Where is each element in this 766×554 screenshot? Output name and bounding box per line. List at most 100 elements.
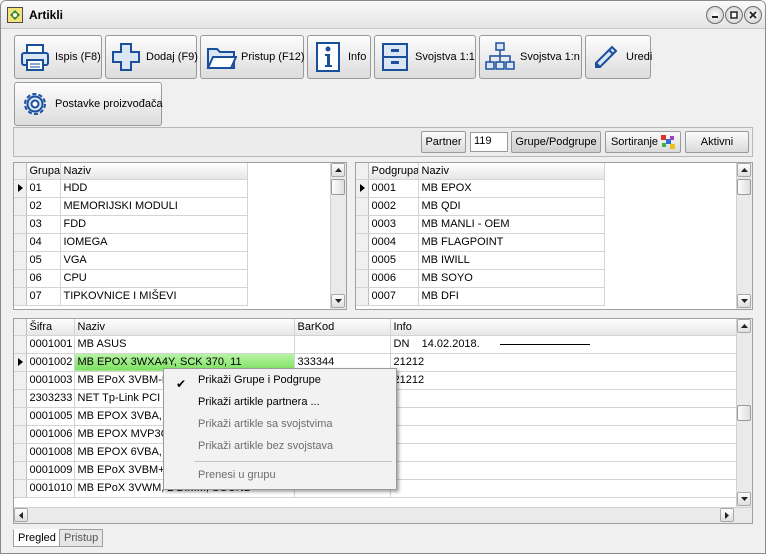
- group-code[interactable]: 03: [26, 215, 61, 234]
- subgroup-code[interactable]: 0002: [368, 197, 419, 216]
- group-code[interactable]: 01: [26, 179, 61, 198]
- table-row[interactable]: 0007 MB DFI: [356, 287, 605, 306]
- groups-header-naziv[interactable]: Naziv: [60, 163, 248, 180]
- group-name[interactable]: CPU: [60, 269, 248, 288]
- table-row[interactable]: 05 VGA: [14, 251, 248, 270]
- article-info[interactable]: 21212: [390, 371, 737, 390]
- table-row[interactable]: 0006 MB SOYO: [356, 269, 605, 288]
- groups-vertical-scrollbar[interactable]: [330, 163, 346, 309]
- subgroup-code[interactable]: 0001: [368, 179, 419, 198]
- article-code[interactable]: 0001010: [26, 479, 75, 498]
- groups-header-grupa[interactable]: Grupa: [26, 163, 61, 180]
- article-barcode[interactable]: [294, 335, 391, 354]
- scroll-up-arrow-icon[interactable]: [737, 163, 751, 177]
- group-name[interactable]: FDD: [60, 215, 248, 234]
- subgroup-code[interactable]: 0006: [368, 269, 419, 288]
- add-button[interactable]: Dodaj (F9): [105, 35, 198, 79]
- edit-button[interactable]: Uredi: [585, 35, 652, 79]
- scroll-up-arrow-icon[interactable]: [737, 319, 751, 333]
- group-code[interactable]: 06: [26, 269, 61, 288]
- table-row[interactable]: 02 MEMORIJSKI MODULI: [14, 197, 248, 216]
- article-info[interactable]: [390, 443, 737, 462]
- article-info[interactable]: [390, 407, 737, 426]
- article-info[interactable]: [390, 461, 737, 480]
- subgroups-header-naziv[interactable]: Naziv: [418, 163, 605, 180]
- group-name[interactable]: VGA: [60, 251, 248, 270]
- group-code[interactable]: 05: [26, 251, 61, 270]
- subgroup-name[interactable]: MB SOYO: [418, 269, 605, 288]
- subgroup-name[interactable]: MB IWILL: [418, 251, 605, 270]
- table-row[interactable]: 06 CPU: [14, 269, 248, 288]
- article-code[interactable]: 0001009: [26, 461, 75, 480]
- article-code[interactable]: 0001002: [26, 353, 75, 372]
- menu-item-show-groups[interactable]: ✔ Prikaži Grupe i Podgrupe: [166, 370, 394, 391]
- table-row[interactable]: 03 FDD: [14, 215, 248, 234]
- scroll-left-arrow-icon[interactable]: [14, 508, 28, 522]
- articles-header-barkod[interactable]: BarKod: [294, 319, 391, 336]
- menu-item-without-properties[interactable]: Prikaži artikle bez svojstava: [166, 436, 394, 456]
- table-row[interactable]: 07 TIPKOVNICE I MIŠEVI: [14, 287, 248, 306]
- menu-item-with-properties[interactable]: Prikaži artikle sa svojstvima: [166, 414, 394, 434]
- partner-button[interactable]: Partner: [421, 131, 466, 153]
- article-info[interactable]: 21212: [390, 353, 737, 372]
- scroll-thumb[interactable]: [737, 405, 751, 421]
- subgroup-name[interactable]: MB EPOX: [418, 179, 605, 198]
- subgroups-header-podgrupa[interactable]: Podgrupa: [368, 163, 419, 180]
- menu-item-move-to-group[interactable]: Prenesi u grupu: [166, 465, 394, 485]
- article-info[interactable]: DN 14.02.2018.: [390, 335, 737, 354]
- group-name[interactable]: HDD: [60, 179, 248, 198]
- table-row[interactable]: 0001001 MB ASUS DN 14.02.2018.: [14, 335, 737, 354]
- manufacturer-settings-button[interactable]: Postavke proizvođača: [14, 82, 163, 126]
- articles-vertical-scrollbar[interactable]: [736, 319, 752, 507]
- article-code[interactable]: 0001003: [26, 371, 75, 390]
- articles-header-info[interactable]: Info: [390, 319, 737, 336]
- table-row[interactable]: 0005 MB IWILL: [356, 251, 605, 270]
- scroll-down-arrow-icon[interactable]: [331, 294, 345, 308]
- scroll-thumb[interactable]: [331, 179, 345, 195]
- scroll-up-arrow-icon[interactable]: [331, 163, 345, 177]
- table-row[interactable]: 0003 MB MANLI - OEM: [356, 215, 605, 234]
- print-button[interactable]: Ispis (F8): [14, 35, 102, 79]
- subgroup-name[interactable]: MB FLAGPOINT: [418, 233, 605, 252]
- subgroup-code[interactable]: 0005: [368, 251, 419, 270]
- article-info[interactable]: [390, 425, 737, 444]
- maximize-button[interactable]: [725, 6, 743, 24]
- properties-1-n-button[interactable]: Svojstva 1:n: [479, 35, 582, 79]
- article-code[interactable]: 2303233: [26, 389, 75, 408]
- scroll-right-arrow-icon[interactable]: [720, 508, 734, 522]
- partner-code-field[interactable]: 119: [470, 132, 508, 152]
- subgroup-name[interactable]: MB MANLI - OEM: [418, 215, 605, 234]
- article-info[interactable]: [390, 389, 737, 408]
- subgroups-vertical-scrollbar[interactable]: [736, 163, 752, 309]
- info-button[interactable]: Info: [307, 35, 371, 79]
- subgroup-code[interactable]: 0004: [368, 233, 419, 252]
- active-button[interactable]: Aktivni: [685, 131, 749, 153]
- subgroup-code[interactable]: 0003: [368, 215, 419, 234]
- tab-pristup[interactable]: Pristup: [59, 529, 104, 547]
- articles-horizontal-scrollbar[interactable]: [14, 507, 752, 523]
- scroll-down-arrow-icon[interactable]: [737, 294, 751, 308]
- table-row[interactable]: 01 HDD: [14, 179, 248, 198]
- minimize-button[interactable]: [706, 6, 724, 24]
- groups-subgroups-button[interactable]: Grupe/Podgrupe: [511, 131, 601, 153]
- sorting-button[interactable]: Sortiranje: [605, 131, 681, 153]
- group-code[interactable]: 04: [26, 233, 61, 252]
- article-name[interactable]: MB ASUS: [74, 335, 295, 354]
- article-code[interactable]: 0001005: [26, 407, 75, 426]
- article-code[interactable]: 0001006: [26, 425, 75, 444]
- group-name[interactable]: IOMEGA: [60, 233, 248, 252]
- group-code[interactable]: 02: [26, 197, 61, 216]
- group-code[interactable]: 07: [26, 287, 61, 306]
- scroll-down-arrow-icon[interactable]: [737, 492, 751, 506]
- articles-header-sifra[interactable]: Šifra: [26, 319, 75, 336]
- subgroup-code[interactable]: 0007: [368, 287, 419, 306]
- article-code[interactable]: 0001008: [26, 443, 75, 462]
- properties-1-1-button[interactable]: Svojstva 1:1: [374, 35, 476, 79]
- menu-item-partner-articles[interactable]: Prikaži artikle partnera ...: [166, 392, 394, 412]
- article-info[interactable]: [390, 479, 737, 498]
- access-button[interactable]: Pristup (F12): [200, 35, 305, 79]
- tab-pregled[interactable]: Pregled: [13, 529, 61, 547]
- group-name[interactable]: MEMORIJSKI MODULI: [60, 197, 248, 216]
- table-row[interactable]: 0004 MB FLAGPOINT: [356, 233, 605, 252]
- article-code[interactable]: 0001001: [26, 335, 75, 354]
